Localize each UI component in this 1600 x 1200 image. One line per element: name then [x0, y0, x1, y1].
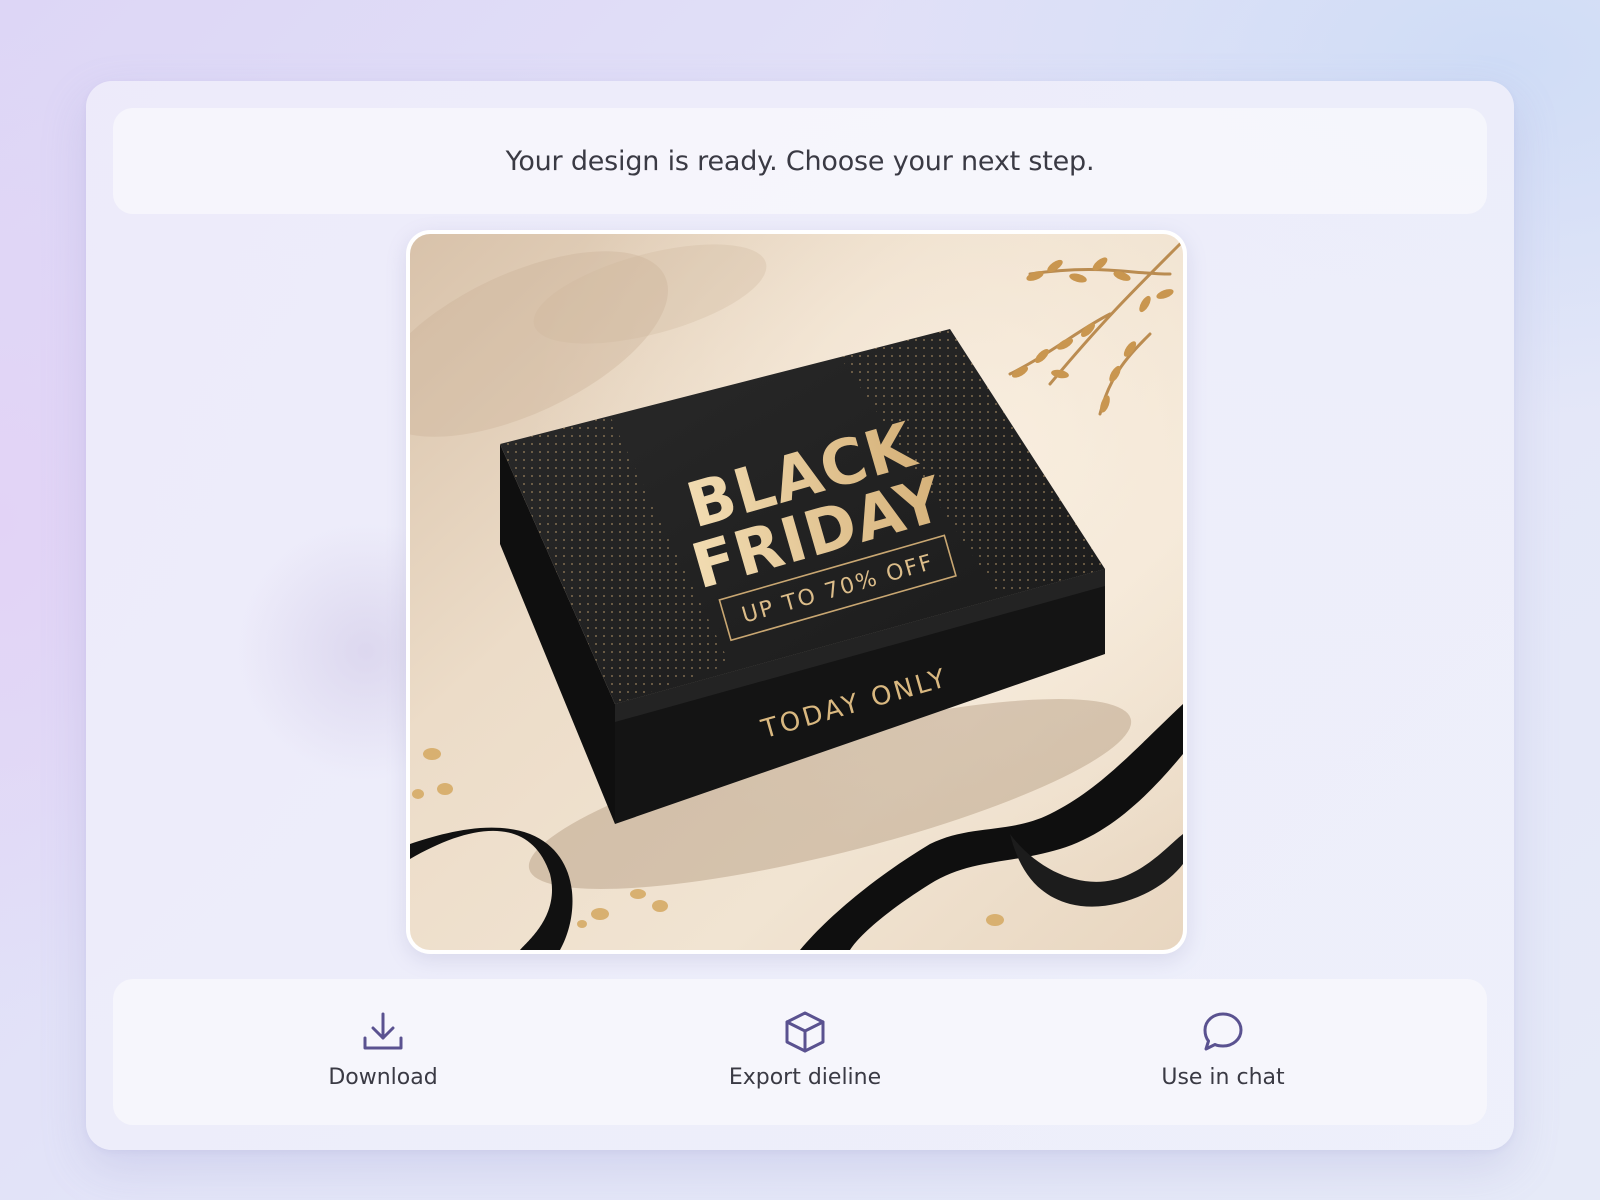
- export-dieline-label: Export dieline: [728, 1065, 882, 1090]
- header-panel: Your design is ready. Choose your next s…: [113, 108, 1487, 214]
- use-in-chat-button[interactable]: Use in chat: [1113, 979, 1333, 1125]
- status-message: Your design is ready. Choose your next s…: [505, 145, 1095, 177]
- download-button[interactable]: Download: [283, 979, 483, 1125]
- download-label: Download: [328, 1065, 438, 1090]
- result-dialog: Your design is ready. Choose your next s…: [86, 81, 1514, 1150]
- chat-bubble-icon: [1200, 1009, 1246, 1055]
- actions-panel: Download Export dieline Use in chat: [113, 979, 1487, 1125]
- use-in-chat-label: Use in chat: [1161, 1065, 1285, 1090]
- design-preview-image: BLACK FRIDAY UP TO 70% OFF TODAY ONLY: [410, 234, 1183, 950]
- download-icon: [360, 1009, 406, 1055]
- export-dieline-button[interactable]: Export dieline: [695, 979, 915, 1125]
- design-preview-frame[interactable]: BLACK FRIDAY UP TO 70% OFF TODAY ONLY: [406, 230, 1187, 954]
- box-icon: [782, 1009, 828, 1055]
